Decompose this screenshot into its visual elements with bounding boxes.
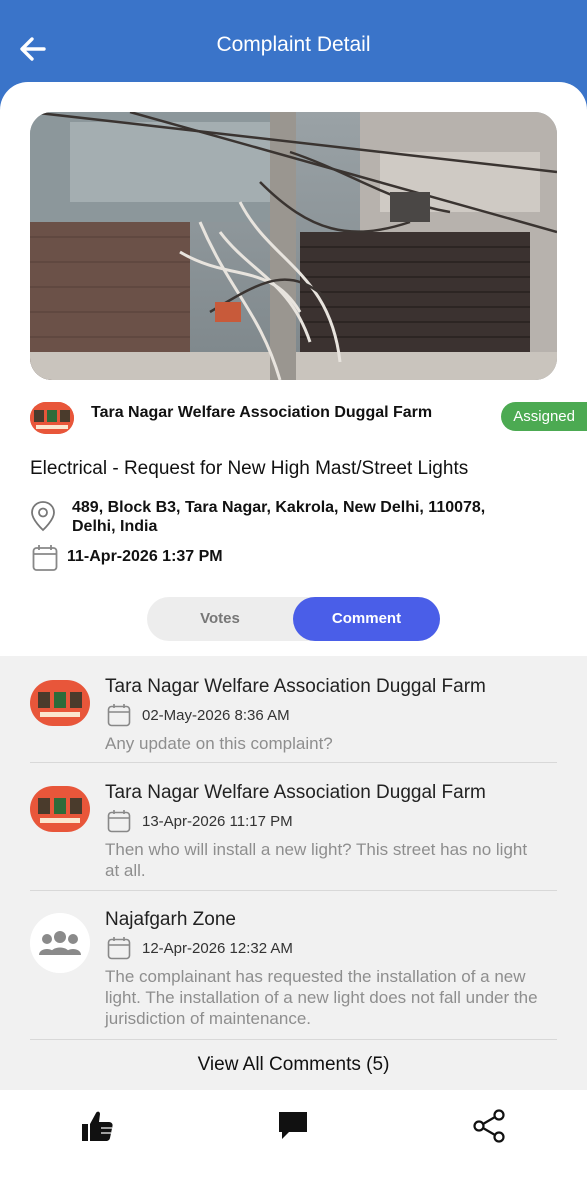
votes-comment-toggle: Votes Comment [147,597,440,641]
comment-author: Tara Nagar Welfare Association Duggal Fa… [105,782,486,803]
calendar-icon [32,545,58,571]
comment-item: Najafgarh Zone 12-Apr-2026 12:32 AM The … [30,909,557,1040]
comment-item: Tara Nagar Welfare Association Duggal Fa… [30,676,557,763]
complaint-category: Electrical - Request for New High Mast/S… [30,458,469,479]
complaint-org-row: Tara Nagar Welfare Association Duggal Fa… [30,400,587,436]
share-icon[interactable] [471,1108,507,1144]
comment-date: 13-Apr-2026 11:17 PM [142,813,293,830]
view-all-comments-link[interactable]: View All Comments (5) [0,1054,587,1076]
complaint-photo[interactable] [30,112,557,380]
bottom-action-bar [0,1090,587,1200]
complaint-address: 489, Block B3, Tara Nagar, Kakrola, New … [72,499,486,535]
org-logo [30,402,74,434]
datetime-row: 11-Apr-2026 1:37 PM [30,542,557,576]
comment-item: Tara Nagar Welfare Association Duggal Fa… [30,782,557,891]
thumbs-up-icon[interactable] [79,1108,115,1144]
org-logo [30,680,90,726]
calendar-icon [107,810,131,833]
calendar-icon [107,937,131,960]
location-pin-icon [31,501,55,532]
org-logo [30,786,90,832]
comment-date: 02-May-2026 8:36 AM [142,707,290,724]
comment-date: 12-Apr-2026 12:32 AM [142,940,293,957]
complaint-datetime: 11-Apr-2026 1:37 PM [67,548,223,565]
org-name: Tara Nagar Welfare Association Duggal Fa… [91,404,433,421]
comments-section: Tara Nagar Welfare Association Duggal Fa… [0,656,587,1090]
comment-text: Then who will install a new light? This … [105,840,528,880]
detail-sheet: Tara Nagar Welfare Association Duggal Fa… [0,82,587,1200]
page-title: Complaint Detail [216,33,371,56]
comment-text: The complainant has requested the instal… [105,967,538,1028]
comment-author: Najafgarh Zone [105,909,236,930]
tab-votes[interactable]: Votes [147,597,293,641]
comment-author: Tara Nagar Welfare Association Duggal Fa… [105,676,486,697]
address-row: 489, Block B3, Tara Nagar, Kakrola, New … [30,496,557,546]
status-badge: Assigned [501,402,587,431]
people-group-icon [30,913,90,973]
calendar-icon [107,704,131,727]
comment-icon[interactable] [275,1108,311,1144]
tab-comment[interactable]: Comment [293,597,440,641]
comment-text: Any update on this complaint? [105,734,333,753]
